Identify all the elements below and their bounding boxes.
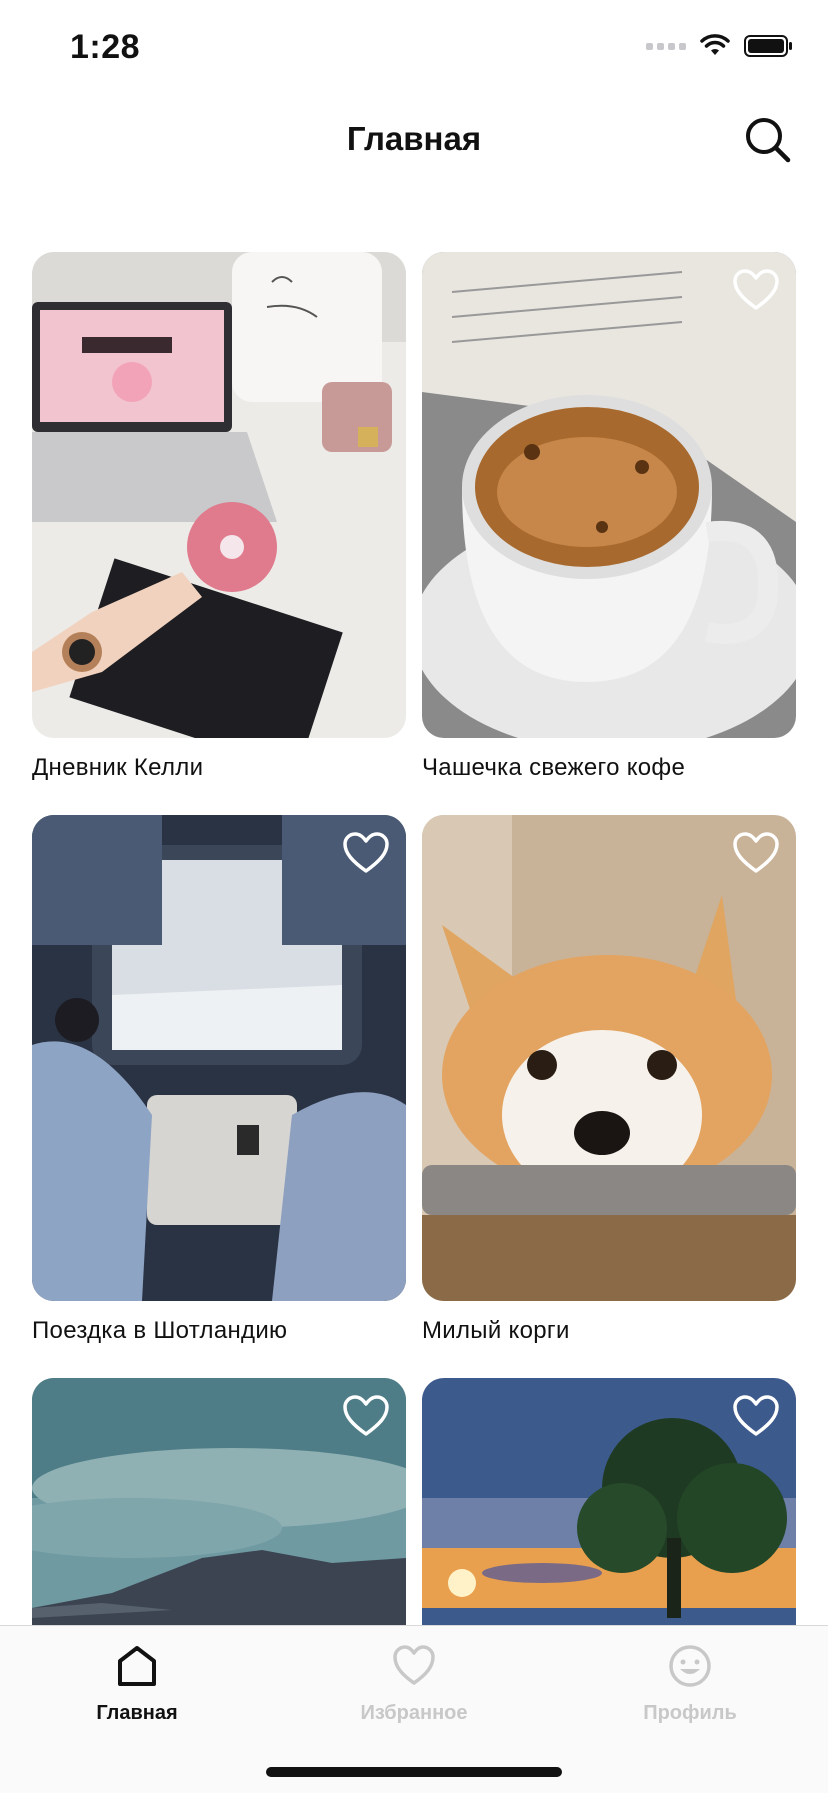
favorite-button[interactable] [732,268,780,312]
feed-card[interactable]: Милый корги [422,815,796,1345]
feed-card[interactable]: Чашечка свежего кофе [422,252,796,782]
card-photo[interactable] [422,815,796,1301]
status-bar: 1:28 [0,0,828,100]
status-icons [646,34,794,58]
tab-home[interactable]: Главная [47,1644,227,1725]
heart-outline-icon [733,1395,779,1436]
heart-outline-icon [733,832,779,873]
wifi-icon [700,34,730,55]
feed-card[interactable] [32,1378,406,1625]
card-photo[interactable] [422,252,796,738]
card-title: Поездка в Шотландию [32,1317,288,1344]
heart-icon [393,1645,435,1685]
photo-train [32,815,406,1301]
tab-favorites-label: Избранное [360,1702,468,1724]
tab-profile-label: Профиль [643,1702,737,1724]
feed-card[interactable]: Дневник Келли [32,252,406,782]
search-icon [746,118,791,163]
feed-card[interactable] [422,1378,796,1625]
card-photo[interactable] [422,1378,796,1625]
heart-outline-icon [343,832,389,873]
favorite-button[interactable] [732,1394,780,1438]
card-photo[interactable] [32,815,406,1301]
search-button[interactable] [742,114,794,166]
card-title: Чашечка свежего кофе [422,754,686,781]
feed-card[interactable]: Поездка в Шотландию [32,815,406,1345]
battery-icon [744,35,792,57]
smiley-icon [669,1645,711,1687]
photo-corgi [422,815,796,1301]
home-icon [118,1646,156,1686]
heart-outline-icon [343,1395,389,1436]
cellular-signal-icon [646,42,686,50]
feed-grid: Дневник Келли Чашечка свежего кофе Поезд… [32,252,796,1625]
status-time: 1:28 [70,28,141,66]
favorite-button[interactable] [342,1394,390,1438]
navigation-bar: Главная [0,100,828,180]
home-indicator [266,1767,562,1777]
card-title: Милый корги [422,1317,570,1344]
page-title: Главная [346,120,482,157]
favorite-button[interactable] [342,831,390,875]
tab-home-label: Главная [96,1702,178,1724]
card-photo[interactable] [32,252,406,738]
card-photo[interactable] [32,1378,406,1625]
photo-coffee [422,252,796,738]
photo-diary [32,252,406,738]
heart-outline-icon [733,269,779,310]
tab-favorites[interactable]: Избранное [324,1644,504,1725]
favorite-button[interactable] [732,831,780,875]
tab-profile[interactable]: Профиль [600,1644,780,1725]
card-title: Дневник Келли [32,754,204,781]
